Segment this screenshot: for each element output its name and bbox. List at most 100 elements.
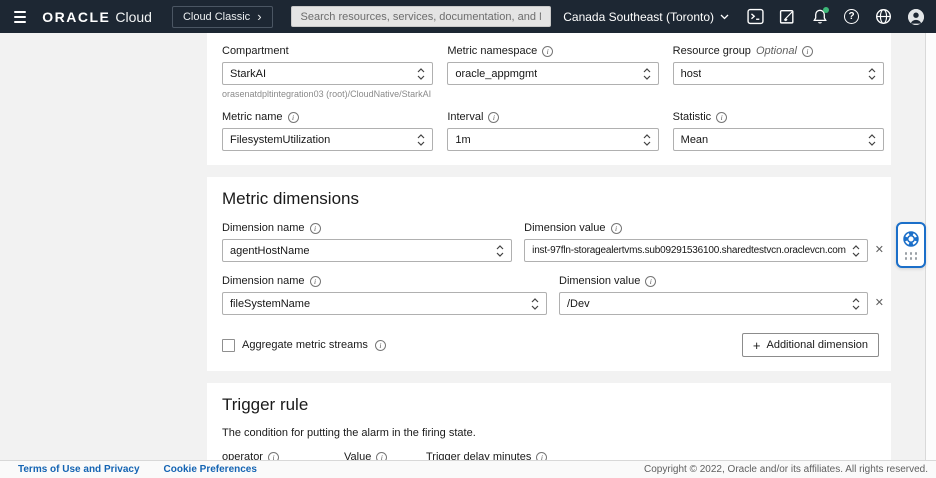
dimension-name-field: Dimension name i fileSystemName bbox=[222, 275, 547, 315]
info-icon[interactable]: i bbox=[645, 275, 657, 287]
info-icon[interactable]: i bbox=[309, 222, 321, 234]
interval-field: Interval i 1m bbox=[447, 111, 659, 151]
compose-edit-icon[interactable] bbox=[779, 8, 796, 25]
additional-dimension-button[interactable]: + Additional dimension bbox=[741, 333, 879, 357]
copyright-text: Copyright © 2022, Oracle and/or its affi… bbox=[644, 464, 928, 475]
help-question-icon[interactable]: ? bbox=[843, 8, 860, 25]
statistic-field: Statistic i Mean bbox=[672, 111, 884, 151]
aggregate-label: Aggregate metric streams bbox=[242, 339, 368, 351]
info-icon[interactable]: i bbox=[374, 339, 386, 351]
select-stepper-icon bbox=[852, 244, 860, 258]
drag-handle-dots-icon[interactable] bbox=[904, 252, 918, 260]
interval-select[interactable]: 1m bbox=[447, 128, 659, 151]
statistic-value: Mean bbox=[680, 133, 709, 146]
cloud-classic-button[interactable]: Cloud Classic › bbox=[171, 5, 273, 28]
dimension-name-label: Dimension name bbox=[222, 222, 305, 234]
info-icon[interactable]: i bbox=[801, 45, 813, 57]
compartment-field: Compartment StarkAI orasenatdpltintegrat… bbox=[222, 45, 434, 99]
dimension-value-label: Dimension value bbox=[559, 275, 641, 287]
dimension-name-value: fileSystemName bbox=[230, 297, 311, 310]
compartment-label: Compartment bbox=[222, 45, 289, 57]
select-stepper-icon bbox=[496, 244, 504, 258]
metric-name-field: Metric name i FilesystemUtilization bbox=[222, 111, 434, 151]
chevron-down-icon bbox=[720, 14, 729, 19]
info-icon[interactable]: i bbox=[610, 222, 622, 234]
select-stepper-icon bbox=[868, 67, 876, 81]
dimension-name-value: agentHostName bbox=[230, 244, 310, 257]
dimension-name-select[interactable]: fileSystemName bbox=[222, 292, 547, 315]
hamburger-menu-icon[interactable] bbox=[14, 10, 27, 23]
terms-link[interactable]: Terms of Use and Privacy bbox=[18, 464, 140, 475]
interval-label: Interval bbox=[447, 111, 484, 123]
info-icon[interactable]: i bbox=[542, 45, 554, 57]
metric-name-select[interactable]: FilesystemUtilization bbox=[222, 128, 434, 151]
dimension-value-field: Dimension value i inst-97fln-storagealer… bbox=[524, 222, 884, 262]
statistic-label: Statistic bbox=[672, 111, 712, 123]
oracle-cloud-logo[interactable]: ORACLE Cloud bbox=[42, 9, 152, 25]
metric-selection-card: Compartment StarkAI orasenatdpltintegrat… bbox=[207, 33, 891, 165]
topbar: ORACLE Cloud Cloud Classic › Canada Sout… bbox=[0, 0, 936, 33]
cloud-classic-label: Cloud Classic bbox=[182, 10, 251, 23]
select-stepper-icon bbox=[643, 67, 651, 81]
dimension-value-label: Dimension value bbox=[524, 222, 606, 234]
metric-namespace-value: oracle_appmgmt bbox=[455, 67, 538, 80]
language-globe-icon[interactable] bbox=[875, 8, 892, 25]
aggregate-metric-streams-option: Aggregate metric streams i bbox=[222, 338, 386, 352]
info-icon[interactable]: i bbox=[287, 111, 299, 123]
user-avatar[interactable] bbox=[907, 8, 924, 25]
search-bar bbox=[290, 6, 552, 27]
resource-group-field: Resource group Optional i host bbox=[672, 45, 884, 99]
dimension-value-select[interactable]: /Dev bbox=[559, 292, 868, 315]
dimension-name-field: Dimension name i agentHostName bbox=[222, 222, 513, 262]
region-label: Canada Southeast (Toronto) bbox=[563, 9, 714, 24]
info-icon[interactable]: i bbox=[488, 111, 500, 123]
question-glyph: ? bbox=[844, 9, 859, 24]
brand-oracle: ORACLE bbox=[42, 8, 111, 25]
resource-group-value: host bbox=[680, 67, 702, 80]
select-stepper-icon bbox=[643, 133, 651, 147]
resource-group-label: Resource group bbox=[672, 45, 751, 57]
dimension-row: Dimension name i fileSystemName Dimensio… bbox=[222, 275, 884, 315]
info-icon[interactable]: i bbox=[716, 111, 728, 123]
life-ring-icon bbox=[903, 231, 919, 247]
region-selector[interactable]: Canada Southeast (Toronto) bbox=[563, 10, 729, 24]
dimension-row: Dimension name i agentHostName Dimension… bbox=[222, 222, 884, 262]
select-stepper-icon bbox=[852, 297, 860, 311]
notifications-bell-icon[interactable] bbox=[811, 7, 829, 25]
metric-dimensions-card: Metric dimensions Dimension name i agent… bbox=[207, 177, 891, 371]
remove-dimension-icon[interactable]: ✕ bbox=[875, 245, 884, 256]
trigger-rule-title: Trigger rule bbox=[222, 395, 309, 414]
info-icon[interactable]: i bbox=[309, 275, 321, 287]
search-input[interactable] bbox=[290, 6, 552, 27]
select-stepper-icon bbox=[417, 67, 425, 81]
select-stepper-icon bbox=[868, 133, 876, 147]
footer: Terms of Use and Privacy Cookie Preferen… bbox=[0, 460, 936, 478]
select-stepper-icon bbox=[531, 297, 539, 311]
remove-dimension-icon[interactable]: ✕ bbox=[875, 298, 884, 309]
aggregate-checkbox[interactable] bbox=[222, 338, 235, 352]
chevron-right-icon: › bbox=[257, 9, 262, 24]
brand-cloud: Cloud bbox=[115, 8, 152, 25]
dimension-value-select[interactable]: inst-97fln-storagealertvms.sub0929153610… bbox=[524, 239, 868, 262]
cloud-shell-icon[interactable] bbox=[747, 8, 764, 25]
dimension-value-value: /Dev bbox=[567, 297, 590, 310]
compartment-value: StarkAI bbox=[230, 67, 267, 80]
metric-name-label: Metric name bbox=[222, 111, 283, 123]
form-content: Compartment StarkAI orasenatdpltintegrat… bbox=[207, 33, 891, 478]
topbar-icon-group: ? bbox=[747, 7, 924, 25]
compartment-select[interactable]: StarkAI bbox=[222, 62, 434, 85]
optional-tag: Optional bbox=[755, 45, 797, 57]
statistic-select[interactable]: Mean bbox=[672, 128, 884, 151]
metric-namespace-select[interactable]: oracle_appmgmt bbox=[447, 62, 659, 85]
help-floating-widget[interactable] bbox=[896, 222, 926, 268]
metric-namespace-field: Metric namespace i oracle_appmgmt bbox=[447, 45, 659, 99]
cookie-preferences-link[interactable]: Cookie Preferences bbox=[164, 464, 257, 475]
dimension-value-field: Dimension value i /Dev ✕ bbox=[559, 275, 884, 315]
dimension-value-value: inst-97fln-storagealertvms.sub0929153610… bbox=[532, 245, 846, 256]
dimension-name-select[interactable]: agentHostName bbox=[222, 239, 513, 262]
interval-value: 1m bbox=[455, 133, 471, 146]
resource-group-select[interactable]: host bbox=[672, 62, 884, 85]
metric-name-value: FilesystemUtilization bbox=[230, 133, 331, 146]
metric-dimensions-title: Metric dimensions bbox=[222, 189, 359, 208]
vertical-scrollbar[interactable] bbox=[925, 33, 936, 460]
